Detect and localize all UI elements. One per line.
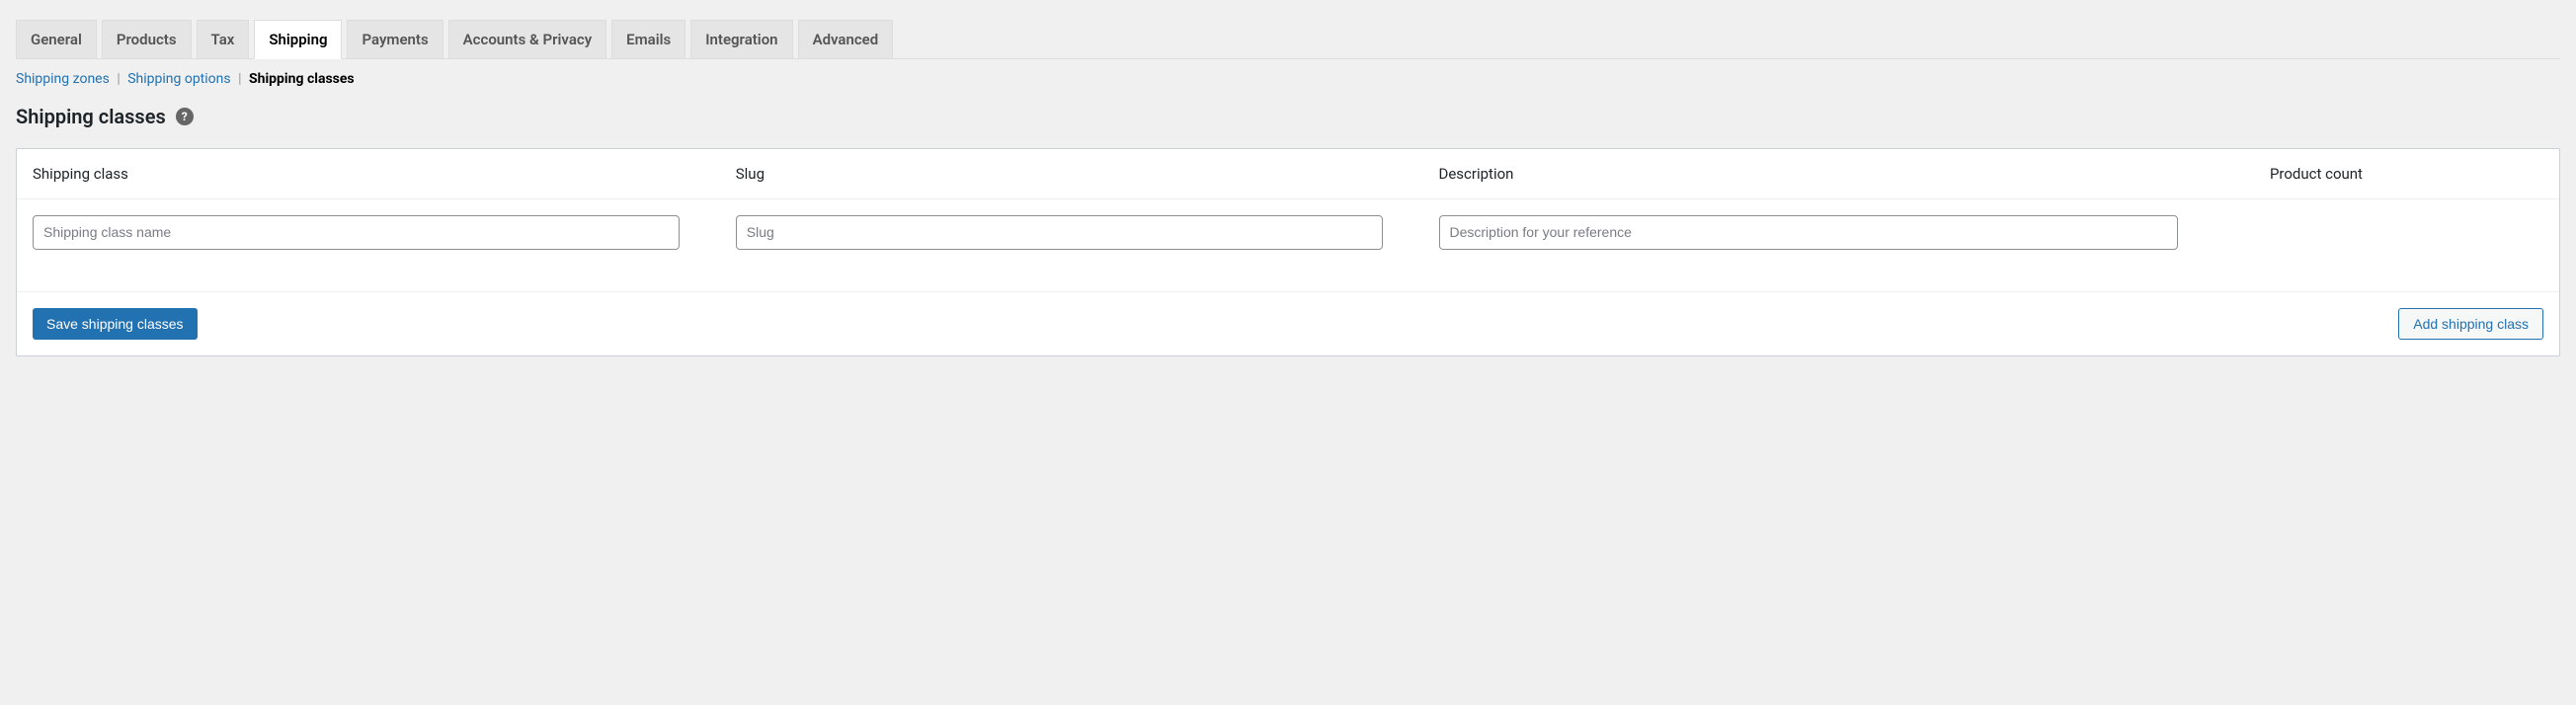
shipping-class-description-input[interactable] [1439,215,2178,250]
settings-tabs: General Products Tax Shipping Payments A… [16,20,2560,59]
col-header-slug: Slug [736,165,1439,183]
tab-integration[interactable]: Integration [690,20,792,58]
table-footer: Save shipping classes Add shipping class [17,292,2559,355]
tab-advanced[interactable]: Advanced [798,20,894,58]
table-row [17,199,2559,292]
tab-general[interactable]: General [16,20,97,58]
tab-accounts[interactable]: Accounts & Privacy [448,20,607,58]
page-title: Shipping classes [16,105,166,128]
subnav: Shipping zones | Shipping options | Ship… [16,71,2560,87]
shipping-class-slug-input[interactable] [736,215,1383,250]
subnav-classes: Shipping classes [249,71,355,87]
table-header: Shipping class Slug Description Product … [17,149,2559,199]
tab-products[interactable]: Products [102,20,192,58]
help-icon[interactable]: ? [176,108,194,125]
col-header-count: Product count [2242,165,2543,183]
tab-payments[interactable]: Payments [347,20,443,58]
cell-description [1439,215,2242,250]
cell-count [2242,215,2543,250]
separator: | [238,71,241,87]
subnav-options[interactable]: Shipping options [127,71,230,87]
subnav-zones[interactable]: Shipping zones [16,71,110,87]
shipping-class-name-input[interactable] [33,215,680,250]
save-button[interactable]: Save shipping classes [33,308,198,340]
cell-name [33,215,736,250]
col-header-name: Shipping class [33,165,736,183]
shipping-classes-table: Shipping class Slug Description Product … [16,148,2560,356]
separator: | [117,71,120,87]
add-button[interactable]: Add shipping class [2398,308,2543,340]
tab-shipping[interactable]: Shipping [254,20,342,59]
tab-emails[interactable]: Emails [611,20,685,58]
cell-slug [736,215,1439,250]
col-header-description: Description [1439,165,2242,183]
page-title-row: Shipping classes ? [16,105,2560,128]
tab-tax[interactable]: Tax [197,20,250,58]
